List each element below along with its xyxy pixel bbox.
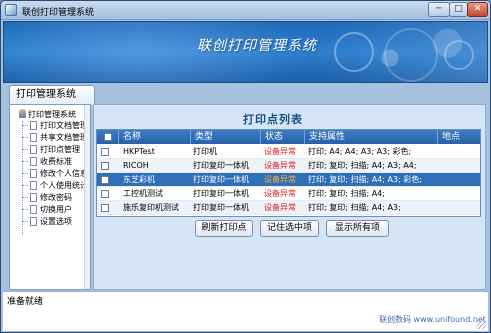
- table-row[interactable]: 工控机测试 打印复印一体机 设备异常 打印; 复印; 扫描; A4;: [97, 187, 480, 201]
- sidebar-item-profile[interactable]: 修改个人信息: [22, 168, 88, 179]
- document-icon: [30, 157, 37, 166]
- cell-location: [441, 159, 479, 173]
- watermark: 联创数码 www.unifound.net: [379, 315, 486, 324]
- table-row[interactable]: RICOH 打印复印一体机 设备异常 打印; 复印; 扫描; A4; A3; A…: [97, 159, 480, 173]
- cell-type: 打印复印一体机: [193, 189, 249, 198]
- row-checkbox[interactable]: [101, 148, 109, 156]
- document-icon: [30, 121, 37, 130]
- sidebar-scrollbar[interactable]: [84, 105, 90, 289]
- user-icon: [19, 109, 26, 118]
- sidebar-tree: 打印管理系统 打印文档管理 共享文档管理 打印点管理 收费标准 修改个人信息 个…: [9, 104, 91, 290]
- document-icon: [30, 193, 37, 202]
- document-icon: [30, 145, 37, 154]
- cell-features: 打印; 复印; 扫描; A4; A3; 彩色;: [308, 175, 423, 184]
- main-panel: 打印点列表 名称 类型 状态 支持属性 地点 HKPTest 打印机 设备异常 …: [93, 104, 486, 290]
- minimize-button[interactable]: ─: [428, 2, 450, 17]
- row-checkbox[interactable]: [101, 176, 109, 184]
- sidebar-tab[interactable]: 打印管理系统: [9, 85, 95, 105]
- close-button[interactable]: ✕: [467, 2, 488, 17]
- table-row[interactable]: 施乐复印机测试 打印复印一体机 设备异常 打印; 复印; 扫描; A4; A3;: [97, 201, 480, 215]
- maximize-button[interactable]: □: [449, 2, 468, 17]
- list-title: 打印点列表: [243, 113, 303, 126]
- refresh-print-points-button[interactable]: 刷新打印点: [195, 220, 253, 237]
- header-banner: 联创打印管理系统: [3, 21, 488, 83]
- remember-selection-button[interactable]: 记住选中项: [260, 220, 319, 237]
- sidebar-item-usage-stats[interactable]: 个人使用统计: [22, 180, 88, 191]
- column-header-name[interactable]: 名称: [119, 130, 191, 144]
- column-header-location[interactable]: 地点: [438, 130, 480, 144]
- cell-status: 设备异常: [264, 189, 296, 198]
- banner-decoration: [334, 32, 374, 72]
- cell-location: [441, 173, 479, 187]
- sidebar-item-print-docs[interactable]: 打印文档管理: [22, 120, 88, 131]
- cell-type: 打印机: [193, 147, 217, 156]
- cell-type: 打印复印一体机: [193, 161, 249, 170]
- cell-name: 工控机测试: [123, 189, 163, 198]
- document-icon: [30, 169, 37, 178]
- cell-name: RICOH: [123, 161, 149, 170]
- column-header-status[interactable]: 状态: [261, 130, 305, 144]
- cell-location: [441, 187, 479, 201]
- cell-status: 设备异常: [264, 175, 296, 184]
- banner-decoration: [444, 40, 474, 70]
- status-bar: 准备就绪 联创数码 www.unifound.net: [3, 291, 488, 331]
- banner-title: 联创打印管理系统: [197, 38, 317, 54]
- cell-features: 打印; 复印; 扫描; A4;: [308, 189, 385, 198]
- cell-name: HKPTest: [123, 147, 155, 156]
- cell-location: [441, 201, 479, 215]
- table-header: 名称 类型 状态 支持属性 地点: [97, 130, 480, 144]
- cell-status: 设备异常: [264, 203, 296, 212]
- title-bar[interactable]: 联创打印管理系统 ─ □ ✕: [1, 1, 490, 20]
- main-window: 联创打印管理系统 ─ □ ✕ 联创打印管理系统 打印管理系统 打印管理系统 打印…: [0, 0, 491, 333]
- cell-type: 打印复印一体机: [193, 203, 249, 212]
- cell-location: [441, 145, 479, 159]
- document-icon: [30, 133, 37, 142]
- sidebar-item-fees[interactable]: 收费标准: [22, 156, 72, 167]
- app-icon: [5, 4, 17, 16]
- tree-root-label: 打印管理系统: [28, 110, 76, 119]
- sidebar-item-settings[interactable]: 设置选项: [22, 216, 72, 227]
- select-all-cell: [97, 130, 119, 144]
- banner-decoration: [384, 28, 438, 82]
- row-checkbox[interactable]: [101, 204, 109, 212]
- row-checkbox[interactable]: [101, 162, 109, 170]
- cell-features: 打印; A4; A4; A3; A3; 彩色;: [308, 147, 412, 156]
- cell-status: 设备异常: [264, 161, 296, 170]
- resize-grip-icon[interactable]: [476, 319, 486, 329]
- table-row[interactable]: HKPTest 打印机 设备异常 打印; A4; A4; A3; A3; 彩色;: [97, 145, 480, 159]
- show-all-button[interactable]: 显示所有项: [326, 220, 389, 237]
- document-icon: [30, 205, 37, 214]
- column-header-type[interactable]: 类型: [191, 130, 261, 144]
- sidebar-item-shared-docs[interactable]: 共享文档管理: [22, 132, 88, 143]
- cell-features: 打印; 复印; 扫描; A4; A3;: [308, 203, 401, 212]
- status-text: 准备就绪: [7, 297, 44, 307]
- cell-features: 打印; 复印; 扫描; A4; A3; A4;: [308, 161, 417, 170]
- window-title: 联创打印管理系统: [22, 8, 95, 18]
- cell-name: 施乐复印机测试: [123, 203, 179, 212]
- document-icon: [30, 217, 37, 226]
- select-all-checkbox[interactable]: [104, 133, 112, 141]
- tree-root[interactable]: 打印管理系统: [19, 109, 76, 120]
- cell-type: 打印复印一体机: [193, 175, 249, 184]
- sidebar-item-password[interactable]: 修改密码: [22, 192, 72, 203]
- document-icon: [30, 181, 37, 190]
- column-header-features[interactable]: 支持属性: [305, 130, 438, 144]
- cell-name: 东芝彩机: [123, 175, 155, 184]
- table-row-selected[interactable]: 东芝彩机 打印复印一体机 设备异常 打印; 复印; 扫描; A4; A3; 彩色…: [97, 173, 480, 187]
- sidebar-item-print-points[interactable]: 打印点管理: [22, 144, 80, 155]
- row-checkbox[interactable]: [101, 190, 109, 198]
- printer-table: 名称 类型 状态 支持属性 地点 HKPTest 打印机 设备异常 打印; A4…: [96, 129, 481, 217]
- sidebar-item-switch-user[interactable]: 切换用户: [22, 204, 72, 215]
- cell-status: 设备异常: [264, 147, 296, 156]
